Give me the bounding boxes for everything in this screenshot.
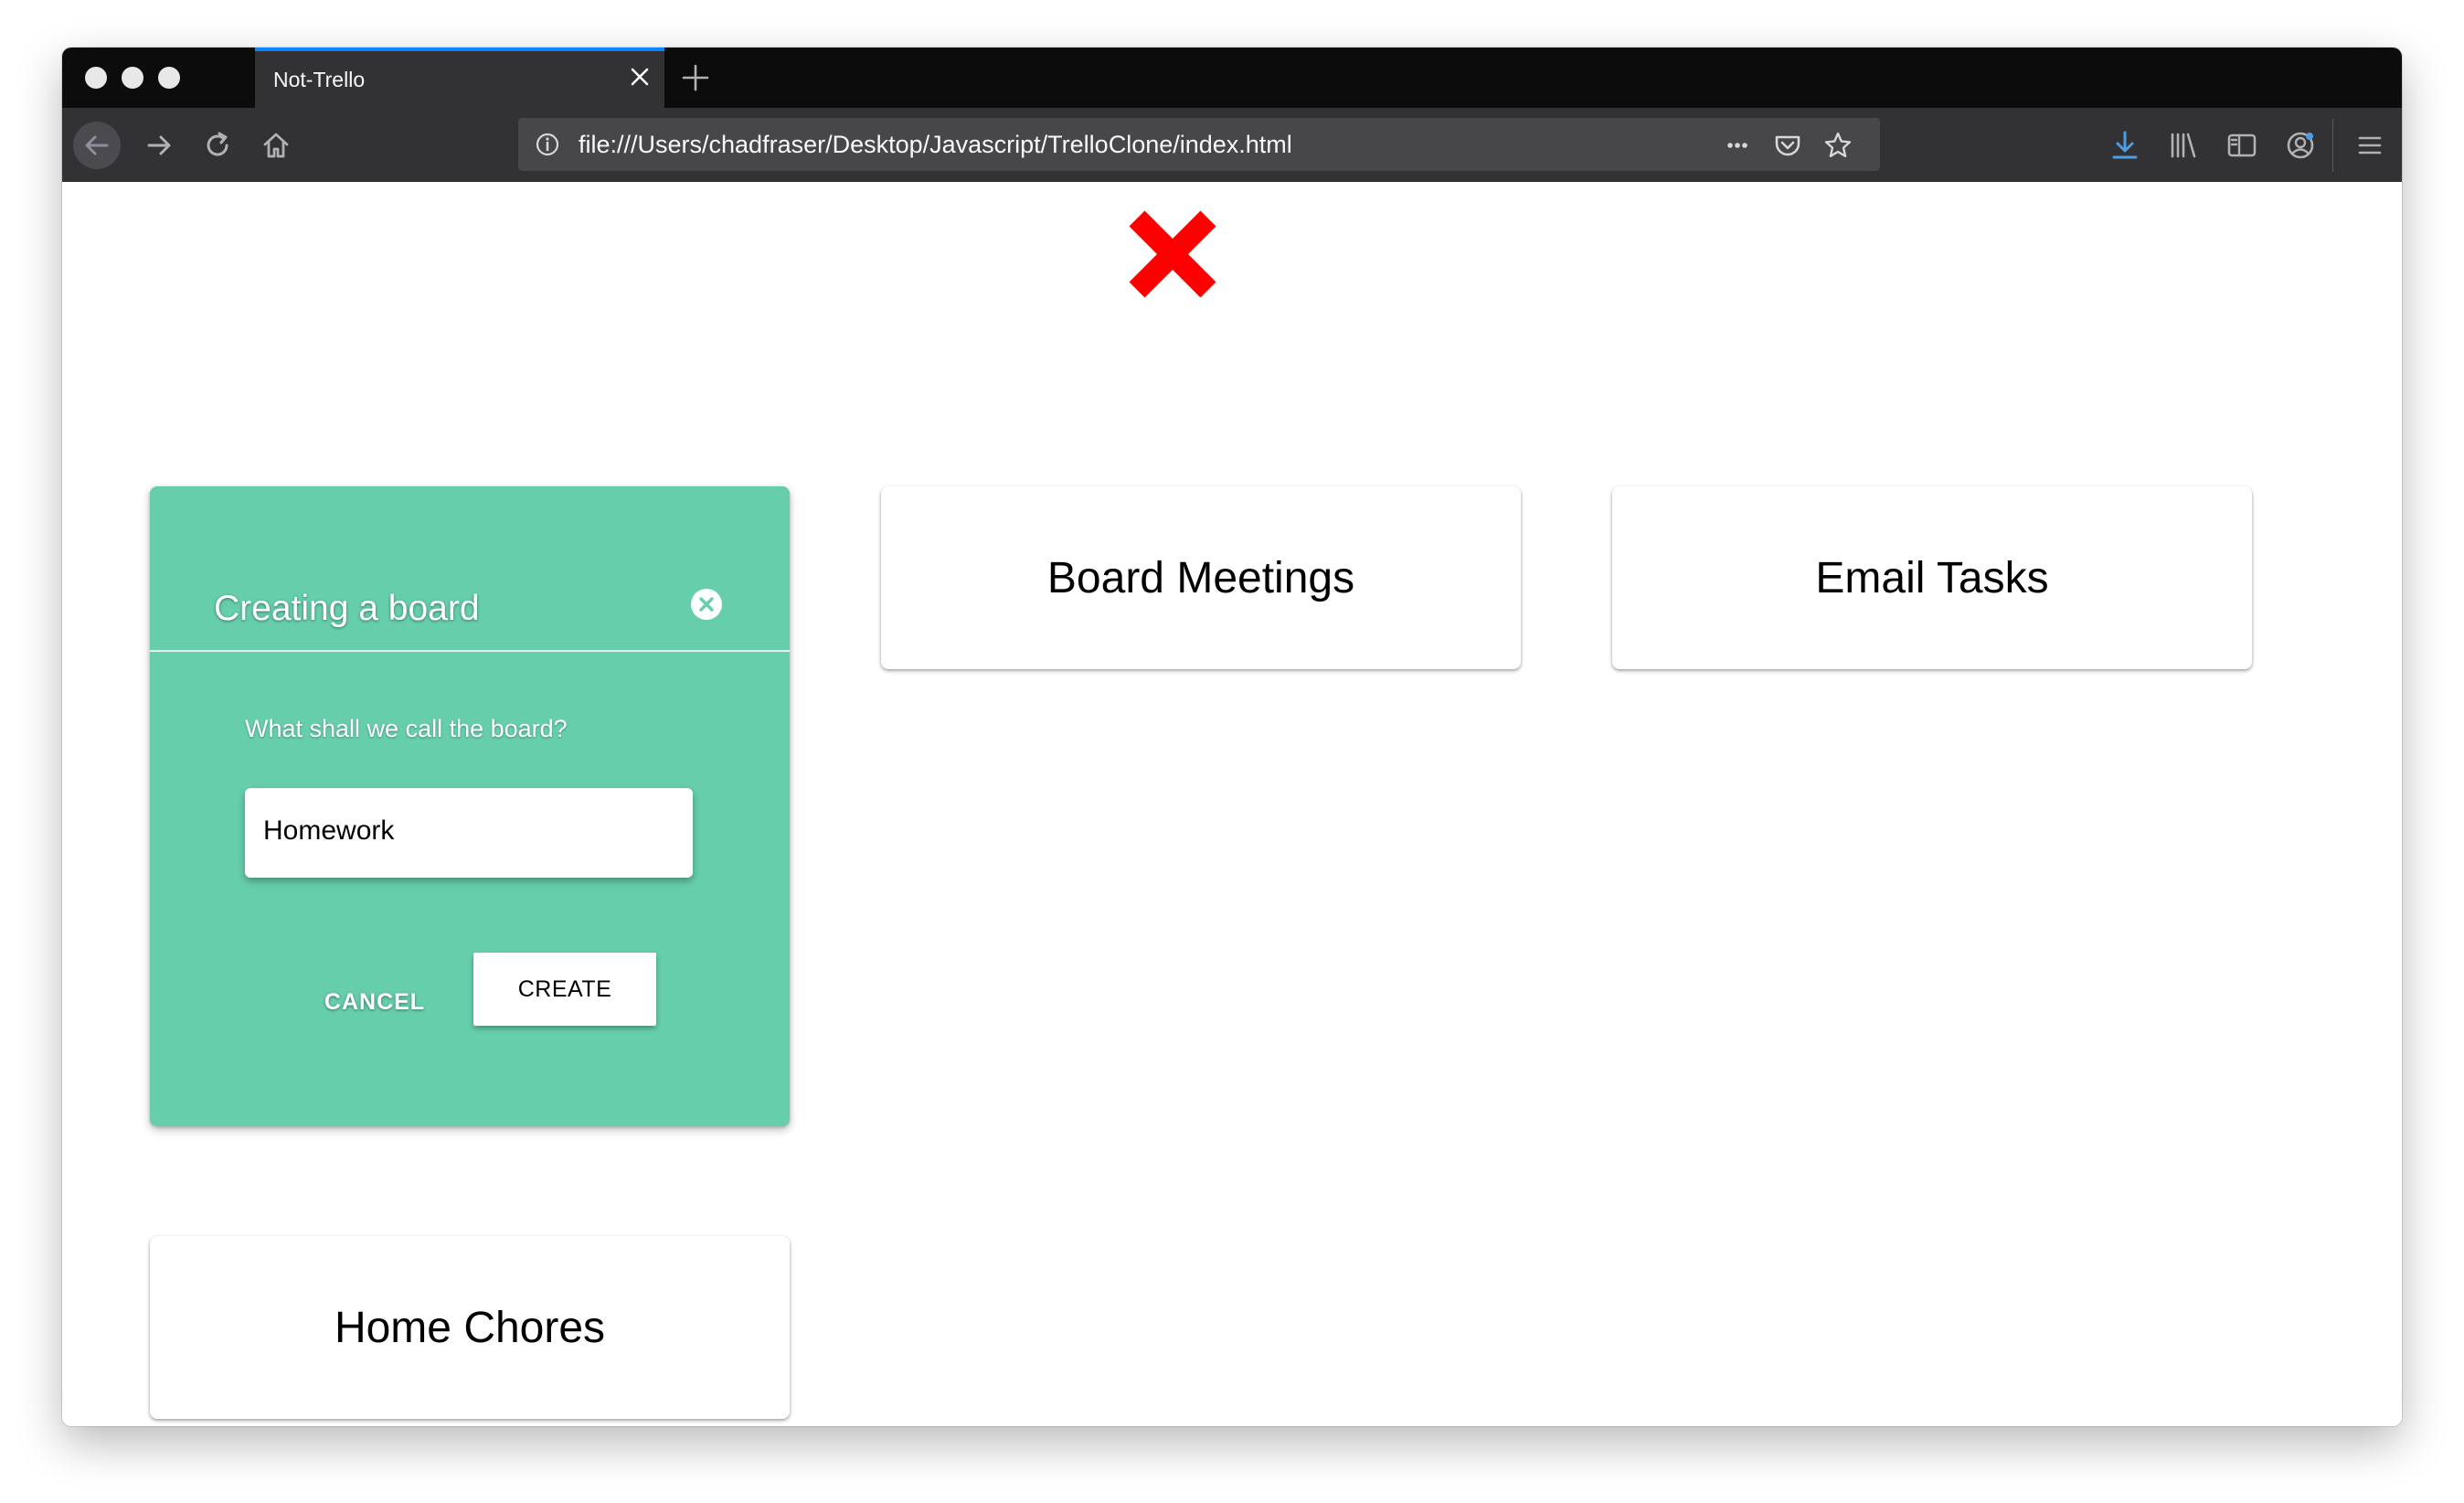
forward-arrow-icon <box>147 135 171 155</box>
tab-active-indicator <box>255 48 664 51</box>
close-circle-icon[interactable] <box>690 588 723 621</box>
account-icon[interactable] <box>2283 128 2318 163</box>
window-zoom-dot[interactable] <box>158 67 180 89</box>
pocket-icon[interactable] <box>1772 130 1803 161</box>
sidebar-icon[interactable] <box>2225 128 2259 163</box>
cancel-button[interactable]: CANCEL <box>302 976 448 1028</box>
board-name: Email Tasks <box>1815 553 2049 602</box>
info-icon[interactable] <box>535 132 560 157</box>
toolbar-divider <box>2332 119 2333 172</box>
board-card[interactable]: Home Chores <box>150 1236 790 1419</box>
reload-button[interactable] <box>194 122 241 169</box>
navigation-bar: file:///Users/chadfraser/Desktop/Javascr… <box>62 108 2402 182</box>
create-button[interactable]: CREATE <box>473 953 656 1026</box>
home-icon <box>263 133 289 158</box>
browser-tab[interactable]: Not-Trello <box>255 48 664 108</box>
board-card[interactable]: Email Tasks <box>1612 486 2252 669</box>
download-icon[interactable] <box>2108 128 2142 163</box>
tab-close-icon[interactable] <box>625 62 654 91</box>
new-tab-icon[interactable] <box>680 62 711 93</box>
reload-icon <box>207 132 228 156</box>
red-x-icon <box>1129 210 1216 298</box>
url-bar[interactable]: file:///Users/chadfraser/Desktop/Javascr… <box>518 118 1880 171</box>
more-horizontal-icon[interactable] <box>1722 130 1753 161</box>
star-icon[interactable] <box>1822 130 1853 161</box>
home-button[interactable] <box>252 122 300 169</box>
forward-button[interactable] <box>135 122 183 169</box>
board-name: Board Meetings <box>1046 553 1355 602</box>
dialog-title: Creating a board <box>214 589 480 628</box>
board-name: Home Chores <box>334 1303 606 1352</box>
window-close-dot[interactable] <box>85 67 107 89</box>
tab-strip: Not-Trello <box>62 48 2402 108</box>
board-name-prompt: What shall we call the board? <box>245 715 568 742</box>
board-name-input[interactable] <box>263 813 674 849</box>
url-text[interactable]: file:///Users/chadfraser/Desktop/Javascr… <box>579 131 1292 159</box>
window-minimize-dot[interactable] <box>122 67 143 89</box>
page-content: Creating a board What shall we call the … <box>62 182 2402 1426</box>
browser-window: Not-Trello file:///Users/chadfraser/Desk… <box>62 48 2402 1426</box>
dialog-divider <box>150 650 790 652</box>
board-name-field[interactable] <box>245 788 693 878</box>
board-card[interactable]: Board Meetings <box>881 486 1521 669</box>
back-button[interactable] <box>73 122 121 169</box>
hamburger-menu-icon[interactable] <box>2352 128 2387 163</box>
back-arrow-icon <box>85 135 109 155</box>
tab-title: Not-Trello <box>273 68 366 91</box>
library-icon[interactable] <box>2166 128 2201 163</box>
create-board-dialog: Creating a board What shall we call the … <box>150 486 790 1126</box>
